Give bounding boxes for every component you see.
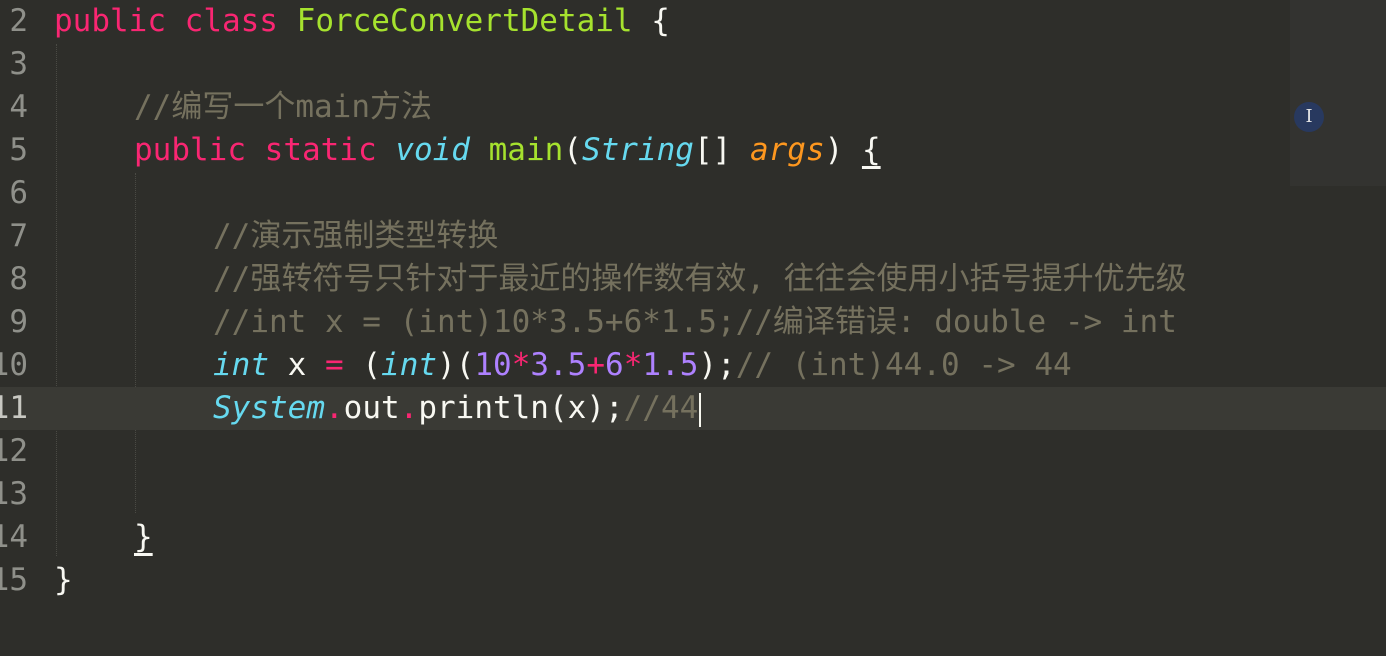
code-line[interactable]: 9 //int x = (int)10*3.5+6*1.5;//编译错误: do… xyxy=(0,301,1386,344)
code-text: //演示强制类型转换 xyxy=(213,218,499,254)
code-line[interactable]: 10 int x = (int)(10*3.5+6*1.5);// (int)4… xyxy=(0,344,1386,387)
code-line[interactable]: 15 } xyxy=(0,559,1386,602)
code-text: } xyxy=(54,562,73,598)
code-text: System.out.println(x);//44 xyxy=(213,387,702,430)
code-line[interactable]: 12 xyxy=(0,430,1386,473)
line-number: 15 xyxy=(0,562,28,598)
code-text: //编写一个main方法 xyxy=(134,89,432,125)
code-text: int x = (int)(10*3.5+6*1.5);// (int)44.0… xyxy=(213,347,1072,383)
text-caret xyxy=(699,392,702,427)
line-number: 12 xyxy=(0,433,28,469)
line-number: 13 xyxy=(0,476,28,512)
code-text: public static void main(String[] args) { xyxy=(134,132,881,168)
code-line[interactable]: 7 //演示强制类型转换 xyxy=(0,215,1386,258)
code-editor[interactable]: 2 public class ForceConvertDetail { 3 4 … xyxy=(0,0,1386,656)
code-line[interactable]: 4 //编写一个main方法 xyxy=(0,86,1386,129)
code-line[interactable]: 14 } xyxy=(0,516,1386,559)
line-number: 11 xyxy=(0,390,28,426)
mouse-cursor-icon: I xyxy=(1294,102,1324,132)
line-number: 3 xyxy=(9,46,28,82)
code-line[interactable]: 8 //强转符号只针对于最近的操作数有效, 往往会使用小括号提升优先级 xyxy=(0,258,1386,301)
code-line[interactable]: 13 xyxy=(0,473,1386,516)
line-number: 5 xyxy=(9,132,28,168)
code-text: //强转符号只针对于最近的操作数有效, 往往会使用小括号提升优先级 xyxy=(213,261,1187,297)
code-text: //int x = (int)10*3.5+6*1.5;//编译错误: doub… xyxy=(213,304,1177,340)
line-number: 2 xyxy=(9,3,28,39)
line-number: 8 xyxy=(9,261,28,297)
code-line[interactable]: 6 xyxy=(0,172,1386,215)
code-line[interactable]: 2 public class ForceConvertDetail { xyxy=(0,0,1386,43)
line-number: 10 xyxy=(0,347,28,383)
code-line-current[interactable]: 11 System.out.println(x);//44 xyxy=(0,387,1386,430)
line-number: 14 xyxy=(0,519,28,555)
code-line[interactable]: 3 xyxy=(0,43,1386,86)
line-number: 7 xyxy=(9,218,28,254)
line-number: 4 xyxy=(9,89,28,125)
code-text: } xyxy=(134,519,153,555)
line-number: 9 xyxy=(9,304,28,340)
line-number: 6 xyxy=(9,175,28,211)
code-line[interactable]: 5 public static void main(String[] args)… xyxy=(0,129,1386,172)
code-text: public class ForceConvertDetail { xyxy=(54,3,670,39)
